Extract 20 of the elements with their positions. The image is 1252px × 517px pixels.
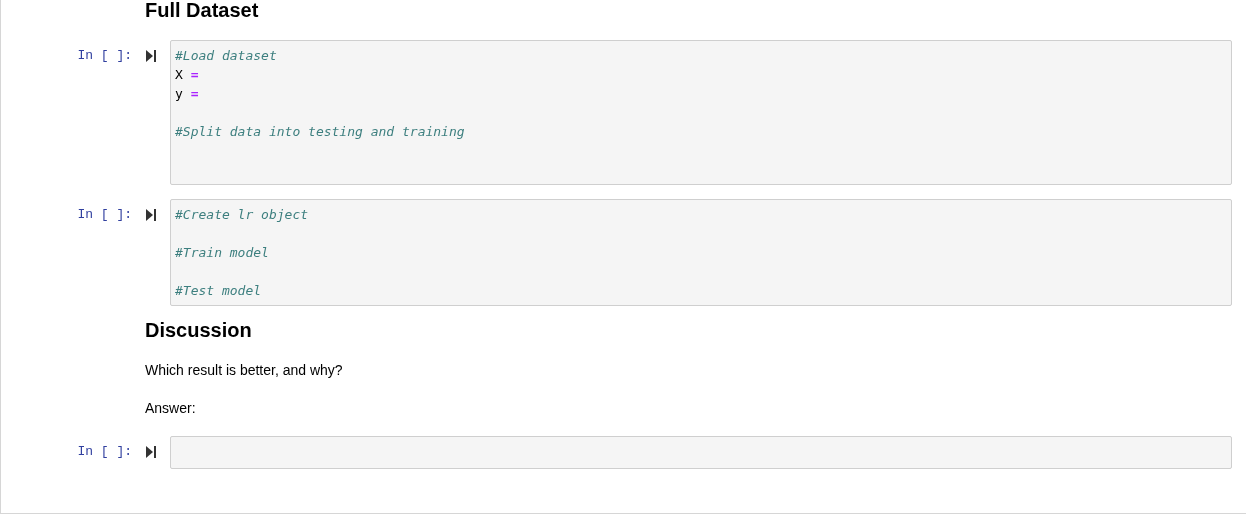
input-prompt: In [ ]: (76, 206, 132, 224)
paragraph: Which result is better, and why? (145, 361, 344, 380)
code-line: #Test model (175, 282, 263, 300)
section-heading: Discussion (145, 318, 253, 342)
paragraph: Answer: (145, 399, 197, 418)
run-icon[interactable] (146, 209, 156, 221)
input-prompt: In [ ]: (76, 443, 132, 461)
run-icon[interactable] (146, 446, 156, 458)
code-line: #Train model (175, 244, 270, 262)
code-cell[interactable] (170, 436, 1232, 469)
run-icon[interactable] (146, 50, 156, 62)
code-line: X = (175, 66, 200, 84)
code-cell[interactable]: #Create lr object #Train model #Test model (170, 199, 1232, 306)
input-prompt: In [ ]: (76, 47, 132, 65)
code-line: #Create lr object (175, 206, 310, 224)
code-line: y = (175, 85, 200, 103)
section-heading: Full Dataset (145, 0, 260, 22)
code-cell[interactable]: #Load dataset X = y = #Split data into testing and training (170, 40, 1232, 185)
code-line: #Split data into testing and training (175, 123, 466, 141)
code-line: #Load dataset (175, 47, 278, 65)
